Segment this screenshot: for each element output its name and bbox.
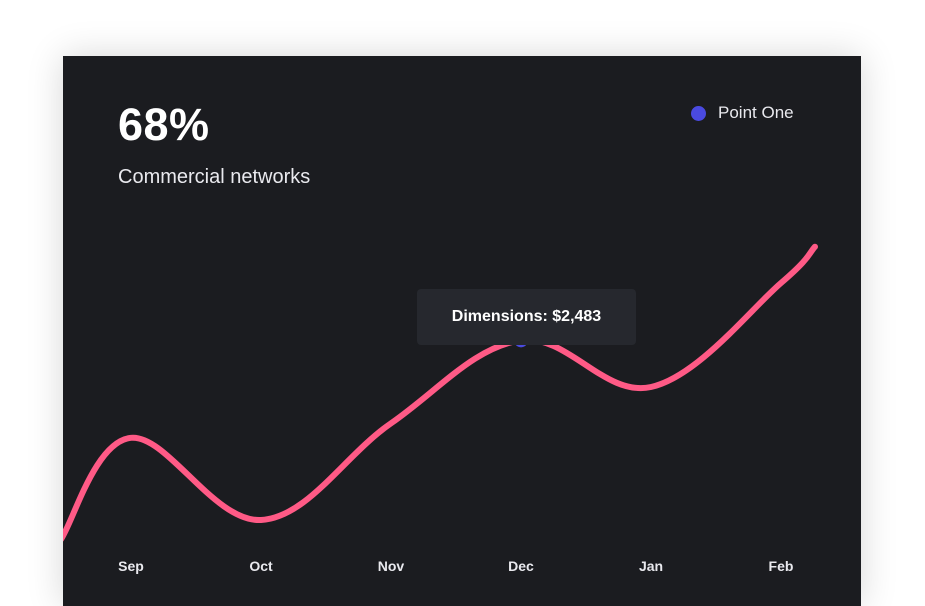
x-tick-label: Dec <box>508 558 534 574</box>
x-axis: Sep Oct Nov Dec Jan Feb <box>118 558 793 574</box>
x-tick-label: Oct <box>249 558 273 574</box>
tooltip-value: $2,483 <box>552 308 602 325</box>
x-tick-label: Sep <box>118 558 144 574</box>
x-tick-label: Feb <box>769 558 794 574</box>
chart-card: 68% Commercial networks Point One Sep Oct… <box>63 56 861 606</box>
tooltip-label: Dimensions: <box>451 308 548 325</box>
x-tick-label: Jan <box>639 558 663 574</box>
data-tooltip: Dimensions: $2,483 <box>417 289 636 345</box>
x-tick-label: Nov <box>378 558 405 574</box>
